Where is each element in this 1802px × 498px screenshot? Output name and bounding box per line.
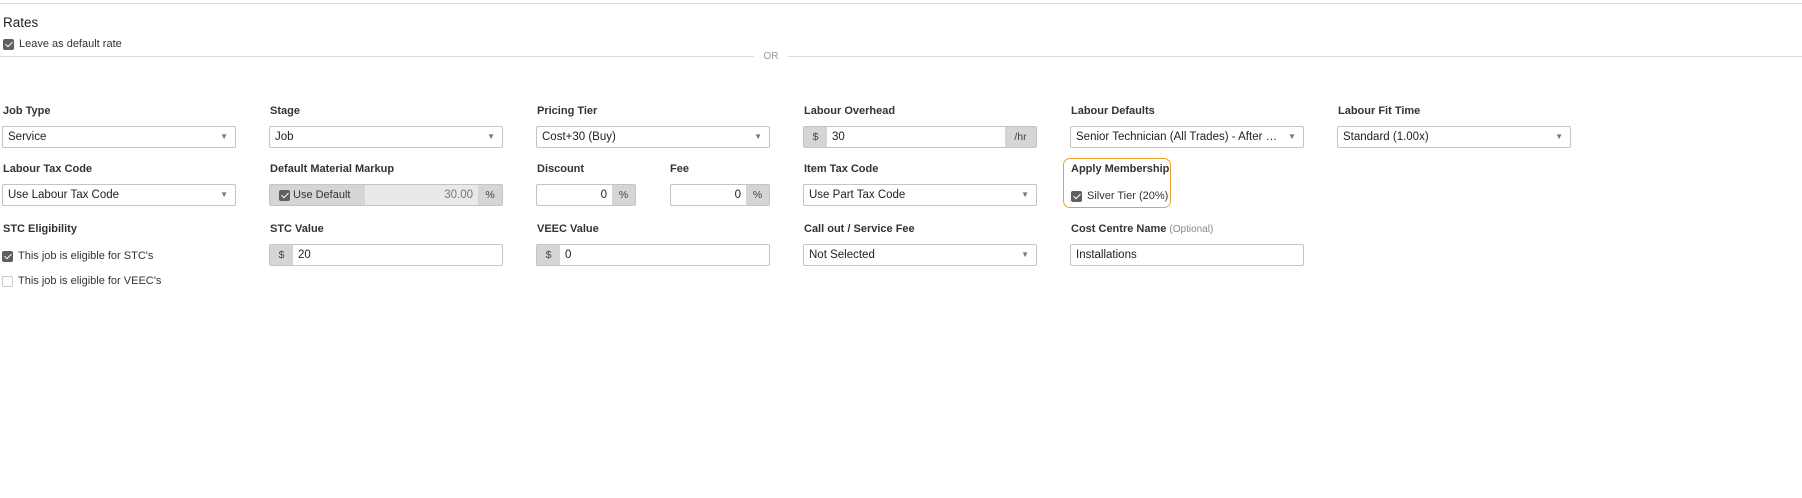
labour-overhead-input[interactable]: $ 30 /hr	[803, 126, 1037, 148]
pricing-tier-select[interactable]: Cost+30 (Buy) ▼	[536, 126, 770, 148]
veec-value-label: VEEC Value	[537, 223, 599, 235]
labour-fit-time-select[interactable]: Standard (1.00x) ▼	[1337, 126, 1571, 148]
stc-value-input[interactable]: $ 20	[269, 244, 503, 266]
labour-overhead-label: Labour Overhead	[804, 105, 896, 117]
percent-suffix: %	[612, 185, 635, 205]
silver-tier-checkbox[interactable]	[1071, 190, 1082, 202]
dollar-prefix: $	[537, 245, 560, 265]
discount-value[interactable]: 0	[537, 185, 612, 205]
page-title: Rates	[3, 15, 39, 30]
chevron-down-icon: ▼	[220, 132, 228, 141]
stc-eligibility-label: STC Eligibility	[3, 223, 77, 235]
material-markup-value: 30.00	[444, 189, 473, 201]
dollar-prefix: $	[804, 127, 827, 147]
chevron-down-icon: ▼	[1555, 132, 1563, 141]
chevron-down-icon: ▼	[1288, 132, 1296, 141]
silver-tier-label: Silver Tier (20%)	[1087, 190, 1169, 202]
cost-centre-input[interactable]: Installations	[1070, 244, 1304, 266]
default-rate-label: Leave as default rate	[19, 38, 122, 50]
default-rate-checkbox-row[interactable]: Leave as default rate	[3, 38, 122, 50]
veec-eligible-checkbox-row[interactable]: This job is eligible for VEEC's	[2, 275, 161, 287]
veec-value[interactable]: 0	[560, 245, 769, 265]
labour-fit-time-label: Labour Fit Time	[1338, 105, 1421, 117]
labour-tax-code-label: Labour Tax Code	[3, 163, 93, 175]
item-tax-code-select[interactable]: Use Part Tax Code ▼	[803, 184, 1037, 206]
stage-select[interactable]: Job ▼	[269, 126, 503, 148]
material-markup-input[interactable]: Use Default 30.00 %	[269, 184, 503, 206]
item-tax-code-label: Item Tax Code	[804, 163, 879, 175]
stc-eligible-label: This job is eligible for STC's	[18, 250, 154, 262]
or-separator: OR	[763, 51, 779, 62]
fee-value[interactable]: 0	[671, 185, 746, 205]
chevron-down-icon: ▼	[1021, 250, 1029, 259]
cost-centre-value[interactable]: Installations	[1071, 245, 1303, 265]
silver-tier-checkbox-row[interactable]: Silver Tier (20%)	[1071, 190, 1168, 202]
use-default-checkbox[interactable]	[279, 189, 290, 201]
or-divider-right	[788, 56, 1802, 57]
call-out-fee-label: Call out / Service Fee	[804, 223, 915, 235]
fee-label: Fee	[670, 163, 689, 175]
job-type-label: Job Type	[3, 105, 51, 117]
job-type-select[interactable]: Service ▼	[2, 126, 236, 148]
stc-eligible-checkbox[interactable]	[2, 250, 13, 262]
fee-input[interactable]: 0 %	[670, 184, 770, 206]
apply-membership-label: Apply Membership	[1071, 163, 1170, 175]
use-default-toggle[interactable]: Use Default	[270, 185, 365, 205]
top-divider	[0, 3, 1802, 4]
chevron-down-icon: ▼	[487, 132, 495, 141]
chevron-down-icon: ▼	[220, 190, 228, 199]
percent-suffix: %	[478, 185, 502, 205]
or-divider-left	[0, 56, 754, 57]
veec-eligible-checkbox[interactable]	[2, 275, 13, 287]
veec-eligible-label: This job is eligible for VEEC's	[18, 275, 162, 287]
discount-input[interactable]: 0 %	[536, 184, 636, 206]
discount-label: Discount	[537, 163, 585, 175]
labour-tax-code-select[interactable]: Use Labour Tax Code ▼	[2, 184, 236, 206]
labour-defaults-select[interactable]: Senior Technician (All Trades) - After H…	[1070, 126, 1304, 148]
chevron-down-icon: ▼	[754, 132, 762, 141]
veec-value-input[interactable]: $ 0	[536, 244, 770, 266]
labour-defaults-label: Labour Defaults	[1071, 105, 1155, 117]
stc-eligible-checkbox-row[interactable]: This job is eligible for STC's	[2, 250, 153, 262]
chevron-down-icon: ▼	[1021, 190, 1029, 199]
per-hour-suffix: /hr	[1005, 127, 1036, 147]
default-material-markup-label: Default Material Markup	[270, 163, 395, 175]
stc-value-label: STC Value	[270, 223, 324, 235]
labour-overhead-value[interactable]: 30	[827, 127, 1005, 147]
pricing-tier-label: Pricing Tier	[537, 105, 598, 117]
dollar-prefix: $	[270, 245, 293, 265]
call-out-fee-select[interactable]: Not Selected ▼	[803, 244, 1037, 266]
stage-label: Stage	[270, 105, 300, 117]
stc-value[interactable]: 20	[293, 245, 502, 265]
cost-centre-label: Cost Centre Name (Optional)	[1071, 223, 1214, 235]
optional-hint: (Optional)	[1169, 224, 1214, 235]
default-rate-checkbox[interactable]	[3, 38, 14, 50]
percent-suffix: %	[746, 185, 769, 205]
